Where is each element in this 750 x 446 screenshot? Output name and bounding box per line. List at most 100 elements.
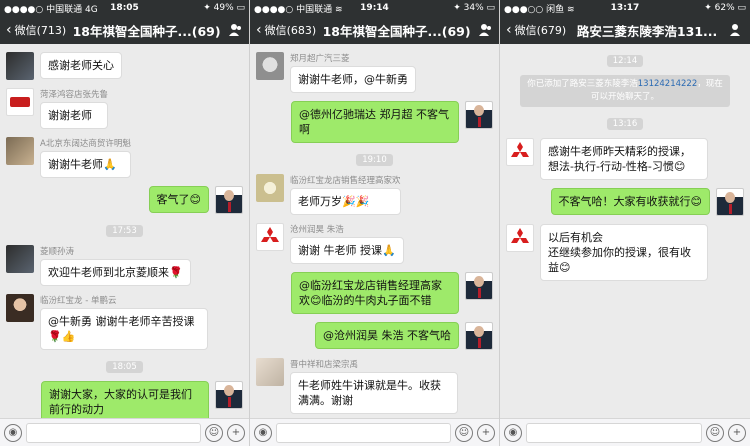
message-body: 临汾红宝龙店销售经理高家欢老师万岁🎉🎉	[290, 174, 401, 215]
avatar[interactable]	[716, 188, 744, 216]
message-bubble[interactable]: 谢谢牛老师🙏	[40, 151, 131, 178]
message-bubble[interactable]: 谢谢牛老师，@牛新勇	[290, 66, 416, 93]
avatar[interactable]	[6, 88, 34, 116]
message-body: 以后有机会 还继续参加你的授课，很有收益😊	[540, 224, 708, 281]
back-button[interactable]: ‹ 微信(683)	[256, 22, 316, 38]
message-body: 谢谢大家，大家的认可是我们前行的动力	[41, 381, 209, 418]
message-bubble[interactable]: @临汾红宝龙店销售经理高家欢😊临汾的牛肉丸子面不错	[291, 272, 459, 314]
timestamp: 18:05	[6, 359, 243, 373]
avatar[interactable]	[256, 52, 284, 80]
avatar[interactable]	[6, 294, 34, 322]
message-row: 感谢牛老师昨天精彩的授课，想法-执行-行动-性格-习惯😊	[506, 138, 744, 180]
avatar[interactable]	[506, 224, 534, 252]
message-body: 晋中祥和店梁宗禹牛老师姓牛讲课就是牛。收获满满。谢谢	[290, 358, 458, 414]
add-icon[interactable]: +	[728, 423, 746, 442]
message-bubble[interactable]: 谢谢 牛老师 授课🙏	[290, 237, 404, 264]
sender-name: 菱顺孙涛	[40, 247, 75, 257]
emoji-icon[interactable]: ☺	[205, 423, 223, 442]
avatar[interactable]	[6, 245, 34, 273]
group-members-icon[interactable]	[227, 22, 243, 38]
timestamp-label: 12:14	[606, 55, 644, 67]
message-list[interactable]: 12:14 你已添加了路安三菱东陵李浩13124214222，现在可以开始聊天了。…	[500, 44, 750, 418]
timestamp-label: 17:53	[106, 225, 143, 237]
message-body: @德州亿驰瑞达 郑月超 不客气啊	[291, 101, 459, 143]
back-button[interactable]: ‹ 微信(679)	[506, 22, 566, 38]
message-body: 菏泽鸿容店张先鲁 谢谢老师	[40, 88, 109, 129]
sender-name: 郑月超广汽三菱	[290, 54, 350, 64]
message-bubble[interactable]: 不客气哈！大家有收获就行😊	[550, 188, 710, 215]
sender-name: 临汾红宝龙店销售经理高家欢	[290, 176, 401, 186]
message-bubble[interactable]: 客气了😊	[148, 186, 209, 213]
avatar[interactable]	[465, 272, 493, 300]
avatar[interactable]	[465, 101, 493, 129]
voice-icon[interactable]: ◉	[504, 423, 522, 442]
message-bubble[interactable]: 谢谢大家，大家的认可是我们前行的动力	[41, 381, 209, 418]
message-row: 感谢老师关心	[6, 52, 243, 80]
phone-link[interactable]: 13124214222	[638, 79, 698, 89]
message-input[interactable]	[276, 422, 451, 443]
avatar[interactable]	[256, 358, 284, 386]
message-body: @临汾红宝龙店销售经理高家欢😊临汾的牛肉丸子面不错	[291, 272, 459, 314]
avatar[interactable]	[215, 381, 243, 409]
back-label: 微信(713)	[14, 24, 67, 37]
message-list[interactable]: 郑月超广汽三菱谢谢牛老师，@牛新勇 @德州亿驰瑞达 郑月超 不客气啊 19:10 临汾…	[250, 44, 499, 418]
message-bubble[interactable]: 老师万岁🎉🎉	[290, 188, 401, 215]
chevron-left-icon: ‹	[506, 22, 512, 38]
mitsubishi-logo-icon	[511, 142, 529, 157]
message-row: 临汾红宝龙 - 单鹏云 @牛新勇 谢谢牛老师辛苦授课🌹👍	[6, 294, 243, 350]
avatar[interactable]	[506, 138, 534, 166]
avatar[interactable]	[465, 322, 493, 350]
message-row: 临汾红宝龙店销售经理高家欢老师万岁🎉🎉	[256, 174, 493, 215]
back-label: 微信(679)	[514, 24, 567, 37]
message-body: 不客气哈！大家有收获就行😊	[550, 188, 710, 215]
message-row: 以后有机会 还继续参加你的授课，很有收益😊	[506, 224, 744, 281]
message-row: 沧州润昊 朱浩 谢谢 牛老师 授课🙏	[256, 223, 493, 264]
message-bubble[interactable]: 谢谢老师	[40, 102, 109, 129]
message-body: 菱顺孙涛欢迎牛老师到北京菱顺来🌹	[40, 245, 191, 286]
profile-icon[interactable]	[728, 22, 744, 38]
group-members-icon[interactable]	[477, 22, 493, 38]
avatar[interactable]	[215, 186, 243, 214]
chat-navbar: ‹ 微信(713) 18年祺智全国种子...(69)	[0, 16, 249, 44]
message-bubble[interactable]: 欢迎牛老师到北京菱顺来🌹	[40, 259, 191, 286]
system-notice: 你已添加了路安三菱东陵李浩13124214222，现在可以开始聊天了。	[520, 75, 730, 107]
message-row: 郑月超广汽三菱谢谢牛老师，@牛新勇	[256, 52, 493, 93]
emoji-icon[interactable]: ☺	[706, 423, 724, 442]
battery-status: ✦ 62% ▭	[704, 3, 746, 13]
avatar[interactable]	[6, 52, 34, 80]
add-icon[interactable]: +	[227, 423, 245, 442]
message-bubble[interactable]: 感谢老师关心	[40, 52, 122, 79]
message-input[interactable]	[526, 422, 702, 443]
chevron-left-icon: ‹	[256, 22, 262, 38]
message-row: 菏泽鸿容店张先鲁 谢谢老师	[6, 88, 243, 129]
message-bubble[interactable]: @德州亿驰瑞达 郑月超 不客气啊	[291, 101, 459, 143]
message-body: 感谢牛老师昨天精彩的授课，想法-执行-行动-性格-习惯😊	[540, 138, 708, 180]
chat-title: 18年祺智全国种子...(69)	[322, 23, 471, 39]
sender-name: 晋中祥和店梁宗禹	[290, 360, 359, 370]
sender-name: A北京东阔达商贸许明魁	[40, 139, 131, 149]
message-list[interactable]: 感谢老师关心菏泽鸿容店张先鲁 谢谢老师 A北京东阔达商贸许明魁谢谢牛老师🙏 客气了😊 1…	[0, 44, 249, 418]
voice-icon[interactable]: ◉	[4, 423, 22, 442]
message-bubble[interactable]: @牛新勇 谢谢牛老师辛苦授课🌹👍	[40, 308, 208, 350]
timestamp: 19:10	[256, 152, 493, 166]
battery-status: ✦ 34% ▭	[453, 3, 495, 13]
avatar[interactable]	[256, 174, 284, 202]
avatar[interactable]	[256, 223, 284, 251]
battery-status: ✦ 49% ▭	[203, 3, 245, 13]
sender-name: 临汾红宝龙 - 单鹏云	[40, 296, 117, 306]
back-button[interactable]: ‹ 微信(713)	[6, 22, 66, 38]
message-body: 郑月超广汽三菱谢谢牛老师，@牛新勇	[290, 52, 416, 93]
message-row: 不客气哈！大家有收获就行😊	[506, 188, 744, 216]
message-bubble[interactable]: 牛老师姓牛讲课就是牛。收获满满。谢谢	[290, 372, 458, 414]
emoji-icon[interactable]: ☺	[455, 423, 473, 442]
message-input[interactable]	[26, 422, 201, 443]
message-bubble[interactable]: 以后有机会 还继续参加你的授课，很有收益😊	[540, 224, 708, 281]
chat-navbar: ‹ 微信(679) 路安三菱东陵李浩131...	[500, 16, 750, 44]
message-bubble[interactable]: @沧州润昊 朱浩 不客气哈	[315, 322, 459, 349]
voice-icon[interactable]: ◉	[254, 423, 272, 442]
add-icon[interactable]: +	[477, 423, 495, 442]
message-bubble[interactable]: 感谢牛老师昨天精彩的授课，想法-执行-行动-性格-习惯😊	[540, 138, 708, 180]
message-row: @临汾红宝龙店销售经理高家欢😊临汾的牛肉丸子面不错	[256, 272, 493, 314]
avatar[interactable]	[6, 137, 34, 165]
chat-title: 18年祺智全国种子...(69)	[72, 23, 221, 39]
